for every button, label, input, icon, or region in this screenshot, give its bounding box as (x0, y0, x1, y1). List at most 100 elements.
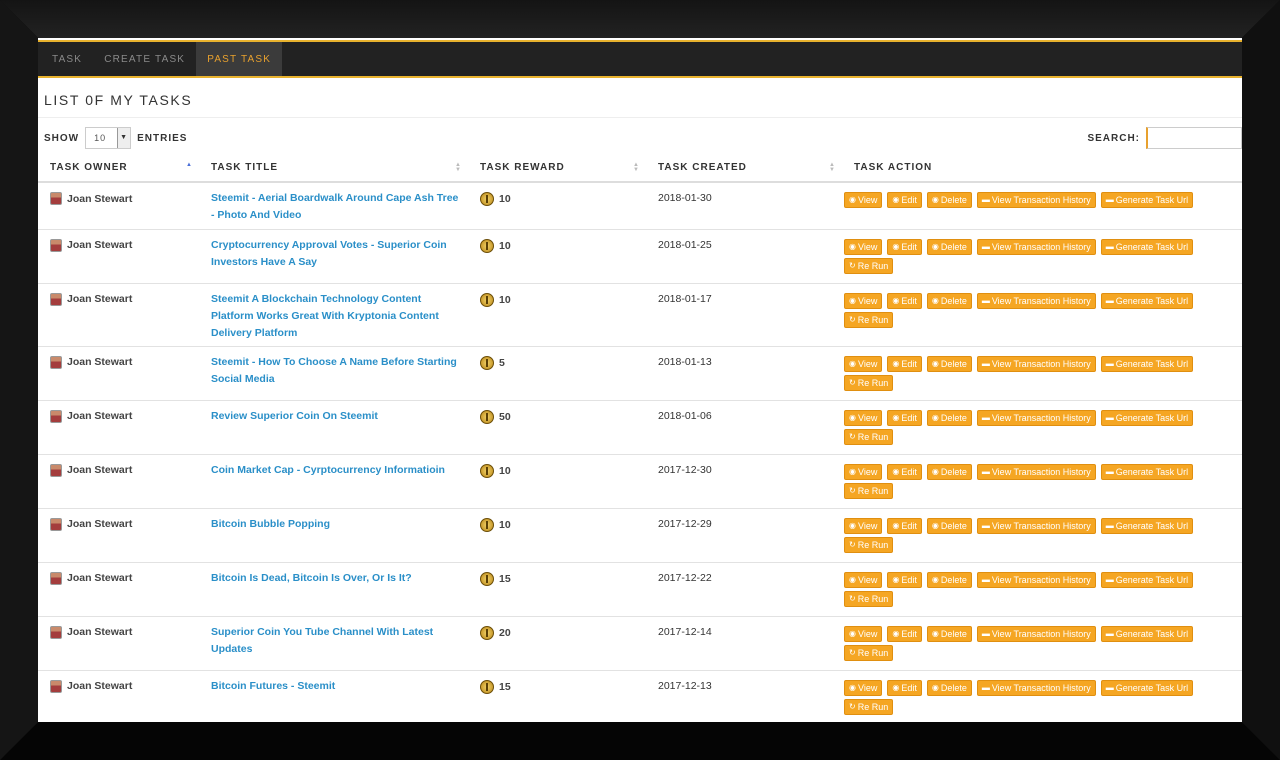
edit-button[interactable]: ◉ Edit (887, 192, 922, 208)
nav-tab-past-task[interactable]: PAST TASK (196, 42, 283, 76)
re-run-button[interactable]: ↻ Re Run (844, 257, 894, 274)
re-run-button[interactable]: ↻ Re Run (844, 590, 894, 607)
delete-button[interactable]: ◉ Delete (926, 679, 972, 696)
delete-button[interactable]: ◉ Delete (926, 463, 972, 480)
edit-button[interactable]: ◉ Edit (887, 571, 922, 588)
view-button[interactable]: ◉ View (844, 625, 883, 642)
re-run-button[interactable]: ↻ Re Run (844, 374, 894, 391)
task-title-link[interactable]: Steemit - How To Choose A Name Before St… (211, 354, 462, 388)
task-title-link[interactable]: Cryptocurrency Approval Votes - Superior… (211, 237, 462, 271)
edit-button[interactable]: ◉ Edit (887, 292, 922, 309)
eye-icon: ◉ (931, 358, 939, 368)
entries-select[interactable]: 10 ▼ (85, 127, 132, 149)
generate-task-url-button[interactable]: ▬ Generate Task Url (1100, 292, 1194, 309)
header-task-created[interactable]: TASK CREATED ▲ ▼ (646, 154, 842, 183)
generate-task-url-button[interactable]: ▬ Generate Task Url (1100, 355, 1194, 372)
action-buttons: ◉ View ◉ Edit ◉ Delete ▬ View Transaction Hi… (844, 571, 1224, 607)
re-run-button[interactable]: ↻ Re Run (844, 428, 894, 445)
button-label: View Transaction History (991, 412, 1091, 423)
view-transaction-history-button[interactable]: ▬ View Transaction History (976, 292, 1096, 309)
eye-icon: ◉ (849, 574, 856, 584)
generate-task-url-button[interactable]: ▬ Generate Task Url (1100, 679, 1194, 696)
button-label: Re Run (857, 647, 889, 658)
view-transaction-history-button[interactable]: ▬ View Transaction History (976, 679, 1096, 696)
generate-task-url-button[interactable]: ▬ Generate Task Url (1100, 571, 1194, 588)
view-button[interactable]: ◉ View (844, 517, 883, 534)
view-button[interactable]: ◉ View (844, 571, 883, 588)
view-transaction-history-button[interactable]: ▬ View Transaction History (976, 355, 1096, 372)
view-transaction-history-button[interactable]: ▬ View Transaction History (976, 625, 1096, 642)
generate-task-url-button[interactable]: ▬ Generate Task Url (1100, 238, 1194, 255)
view-transaction-history-button[interactable]: ▬ View Transaction History (976, 517, 1096, 534)
edit-button[interactable]: ◉ Edit (887, 679, 922, 696)
cell-actions: ◉ View ◉ Edit ◉ Delete ▬ View Transaction Hi… (842, 346, 1242, 401)
avatar (50, 571, 62, 585)
delete-button[interactable]: ◉ Delete (926, 355, 972, 372)
re-run-button[interactable]: ↻ Re Run (844, 644, 894, 661)
delete-button[interactable]: ◉ Delete (926, 625, 972, 642)
view-button[interactable]: ◉ View (844, 355, 883, 372)
generate-task-url-button[interactable]: ▬ Generate Task Url (1100, 625, 1194, 642)
created-date: 2017-12-14 (658, 625, 712, 638)
edit-button[interactable]: ◉ Edit (887, 409, 922, 426)
view-button[interactable]: ◉ View (844, 679, 883, 696)
view-button[interactable]: ◉ View (844, 192, 883, 208)
task-title-link[interactable]: Review Superior Coin On Steemit (211, 408, 462, 425)
header-task-owner[interactable]: TASK OWNER ▲ (38, 154, 199, 183)
view-button[interactable]: ◉ View (844, 238, 883, 255)
delete-button[interactable]: ◉ Delete (926, 409, 972, 426)
delete-button[interactable]: ◉ Delete (926, 292, 972, 309)
view-button[interactable]: ◉ View (844, 292, 883, 309)
task-title-link[interactable]: Steemit - Aerial Boardwalk Around Cape A… (211, 190, 462, 224)
cell-created: 2017-12-14 (646, 616, 842, 671)
view-transaction-history-button[interactable]: ▬ View Transaction History (976, 238, 1096, 255)
edit-button[interactable]: ◉ Edit (887, 625, 922, 642)
cell-owner: Joan Stewart (38, 229, 199, 284)
re-run-button[interactable]: ↻ Re Run (844, 698, 894, 715)
cell-created: 2018-01-25 (646, 229, 842, 284)
generate-task-url-button[interactable]: ▬ Generate Task Url (1100, 192, 1194, 208)
cell-reward: 10 (468, 283, 646, 347)
delete-button[interactable]: ◉ Delete (926, 192, 972, 208)
delete-button[interactable]: ◉ Delete (926, 517, 972, 534)
owner-name: Joan Stewart (67, 572, 133, 584)
delete-button[interactable]: ◉ Delete (926, 571, 972, 588)
view-button[interactable]: ◉ View (844, 463, 883, 480)
re-run-button[interactable]: ↻ Re Run (844, 482, 894, 499)
view-transaction-history-button[interactable]: ▬ View Transaction History (976, 192, 1096, 208)
re-run-button[interactable]: ↻ Re Run (844, 311, 894, 328)
task-reward: 5 (480, 355, 640, 370)
task-title-link[interactable]: Bitcoin Bubble Popping (211, 516, 462, 533)
refresh-icon: ↻ (849, 431, 856, 441)
edit-button[interactable]: ◉ Edit (887, 463, 922, 480)
header-task-reward[interactable]: TASK REWARD ▲ ▼ (468, 154, 646, 183)
coin-icon (480, 192, 494, 206)
nav-tab-create-task[interactable]: CREATE TASK (93, 42, 196, 76)
task-title-link[interactable]: Superior Coin You Tube Channel With Late… (211, 624, 462, 658)
re-run-button[interactable]: ↻ Re Run (844, 536, 894, 553)
folder-icon: ▬ (1105, 195, 1114, 204)
edit-button[interactable]: ◉ Edit (887, 238, 922, 255)
task-title-link[interactable]: Bitcoin Is Dead, Bitcoin Is Over, Or Is … (211, 570, 462, 587)
search-input[interactable] (1146, 127, 1242, 149)
top-nav: TASK CREATE TASK PAST TASK (38, 42, 1242, 78)
view-transaction-history-button[interactable]: ▬ View Transaction History (976, 571, 1096, 588)
avatar (50, 238, 62, 252)
header-task-title[interactable]: TASK TITLE ▲ ▼ (199, 154, 468, 183)
view-transaction-history-button[interactable]: ▬ View Transaction History (976, 409, 1096, 426)
task-title-link[interactable]: Bitcoin Futures - Steemit (211, 678, 462, 695)
view-transaction-history-button[interactable]: ▬ View Transaction History (976, 463, 1096, 480)
avatar (50, 355, 62, 369)
view-button[interactable]: ◉ View (844, 409, 883, 426)
edit-button[interactable]: ◉ Edit (887, 517, 922, 534)
generate-task-url-button[interactable]: ▬ Generate Task Url (1100, 409, 1194, 426)
edit-button[interactable]: ◉ Edit (887, 355, 922, 372)
task-title-link[interactable]: Coin Market Cap - Cyrptocurrency Informa… (211, 462, 462, 479)
generate-task-url-button[interactable]: ▬ Generate Task Url (1100, 463, 1194, 480)
generate-task-url-button[interactable]: ▬ Generate Task Url (1100, 517, 1194, 534)
nav-tab-task[interactable]: TASK (41, 42, 93, 76)
delete-button[interactable]: ◉ Delete (926, 238, 972, 255)
task-title-link[interactable]: Steemit A Blockchain Technology Content … (211, 291, 462, 342)
button-label: Delete (940, 241, 967, 252)
button-label: Re Run (857, 701, 889, 712)
